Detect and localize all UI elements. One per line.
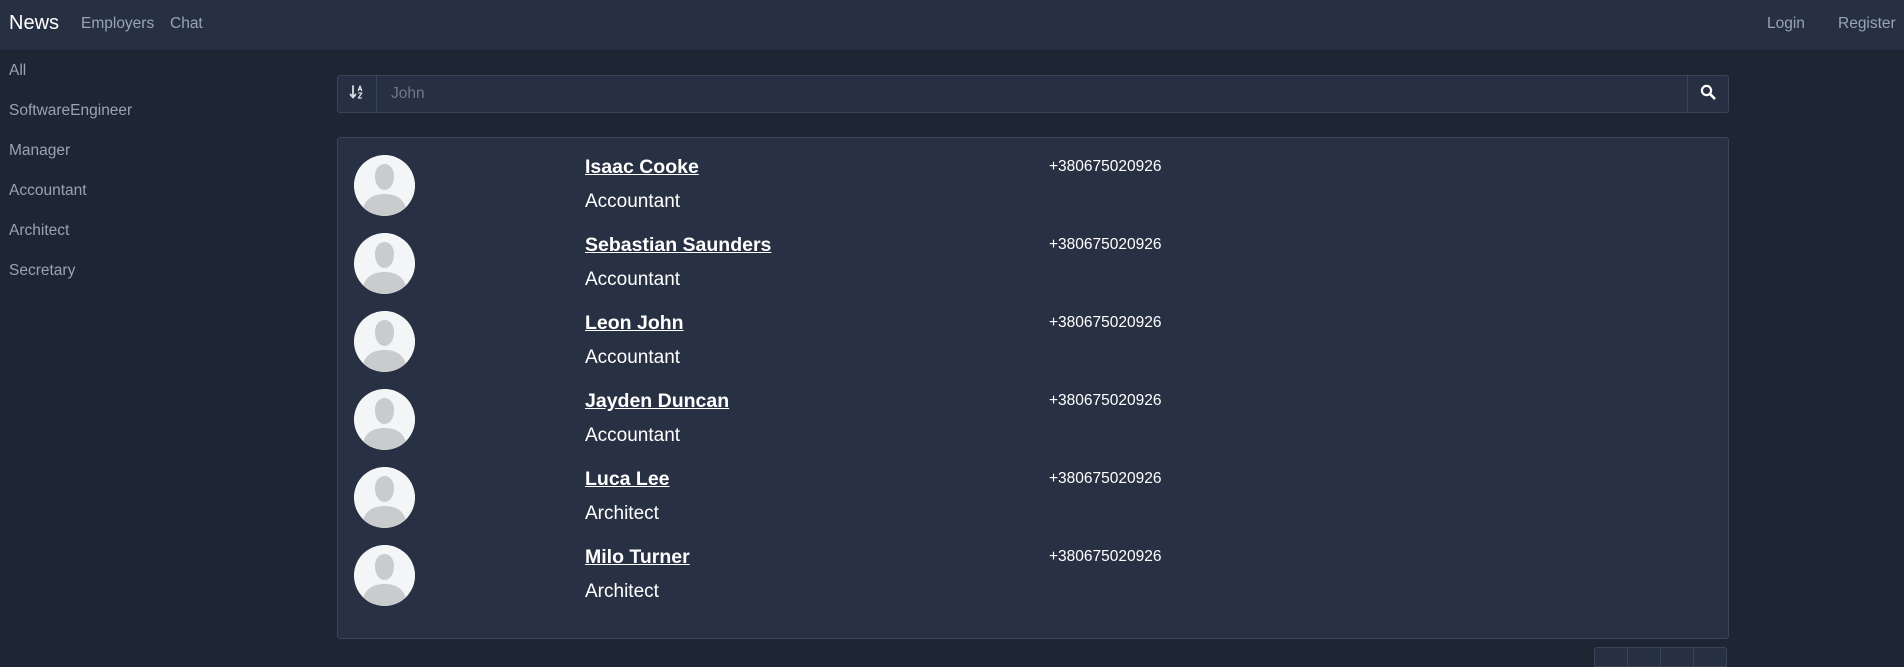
pagination-button[interactable] (1627, 647, 1661, 667)
employee-position: Accountant (585, 347, 681, 368)
sidebar-item-architect[interactable]: Architect (9, 222, 69, 240)
sidebar-item-all[interactable]: All (9, 62, 26, 80)
avatar (354, 311, 415, 372)
employee-row: Luca Lee Architect +380675020926 (338, 450, 1728, 528)
pagination-button[interactable] (1693, 647, 1727, 667)
sidebar-item-softwareengineer[interactable]: SoftwareEngineer (9, 102, 132, 120)
employee-phone: +380675020926 (1049, 470, 1162, 487)
employee-name-link[interactable]: Isaac Cooke (585, 156, 699, 179)
search-bar (337, 75, 1904, 113)
employee-row: Jayden Duncan Accountant +380675020926 (338, 372, 1728, 450)
employee-name-link[interactable]: Milo Turner (585, 546, 690, 569)
employee-row: Isaac Cooke Accountant +380675020926 (338, 138, 1728, 216)
employee-position: Architect (585, 503, 659, 524)
employee-phone: +380675020926 (1049, 548, 1162, 565)
employee-position: Accountant (585, 191, 681, 212)
login-link[interactable]: Login (1767, 15, 1805, 33)
top-navbar: News Employers Chat Login Register (0, 0, 1904, 51)
employee-position: Accountant (585, 269, 681, 290)
employee-name-link[interactable]: Sebastian Saunders (585, 234, 771, 257)
pagination-button[interactable] (1660, 647, 1694, 667)
sort-alpha-down-icon (349, 84, 365, 105)
avatar (354, 389, 415, 450)
avatar (354, 155, 415, 216)
sort-button[interactable] (338, 76, 377, 112)
employee-name-link[interactable]: Luca Lee (585, 468, 670, 491)
employee-phone: +380675020926 (1049, 314, 1162, 331)
sidebar-item-manager[interactable]: Manager (9, 142, 70, 160)
pagination (1594, 647, 1727, 667)
employee-name-link[interactable]: Leon John (585, 312, 684, 335)
employee-position: Architect (585, 581, 659, 602)
employee-phone: +380675020926 (1049, 392, 1162, 409)
employee-list: Isaac Cooke Accountant +380675020926 Seb… (337, 137, 1729, 639)
search-button[interactable] (1687, 76, 1728, 112)
pagination-button[interactable] (1594, 647, 1628, 667)
sidebar-item-accountant[interactable]: Accountant (9, 182, 87, 200)
avatar (354, 233, 415, 294)
avatar (354, 545, 415, 606)
employee-row: Leon John Accountant +380675020926 (338, 294, 1728, 372)
employee-name-link[interactable]: Jayden Duncan (585, 390, 729, 413)
search-icon (1700, 84, 1716, 105)
brand-link[interactable]: News (9, 12, 59, 35)
employee-phone: +380675020926 (1049, 158, 1162, 175)
employee-phone: +380675020926 (1049, 236, 1162, 253)
nav-link-employers[interactable]: Employers (81, 15, 154, 33)
register-link[interactable]: Register (1838, 15, 1896, 33)
employee-position: Accountant (585, 425, 681, 446)
search-input[interactable] (378, 76, 1904, 112)
employee-row: Milo Turner Architect +380675020926 (338, 528, 1728, 606)
employee-row: Sebastian Saunders Accountant +380675020… (338, 216, 1728, 294)
sidebar-item-secretary[interactable]: Secretary (9, 262, 75, 280)
avatar (354, 467, 415, 528)
nav-link-chat[interactable]: Chat (170, 15, 203, 33)
